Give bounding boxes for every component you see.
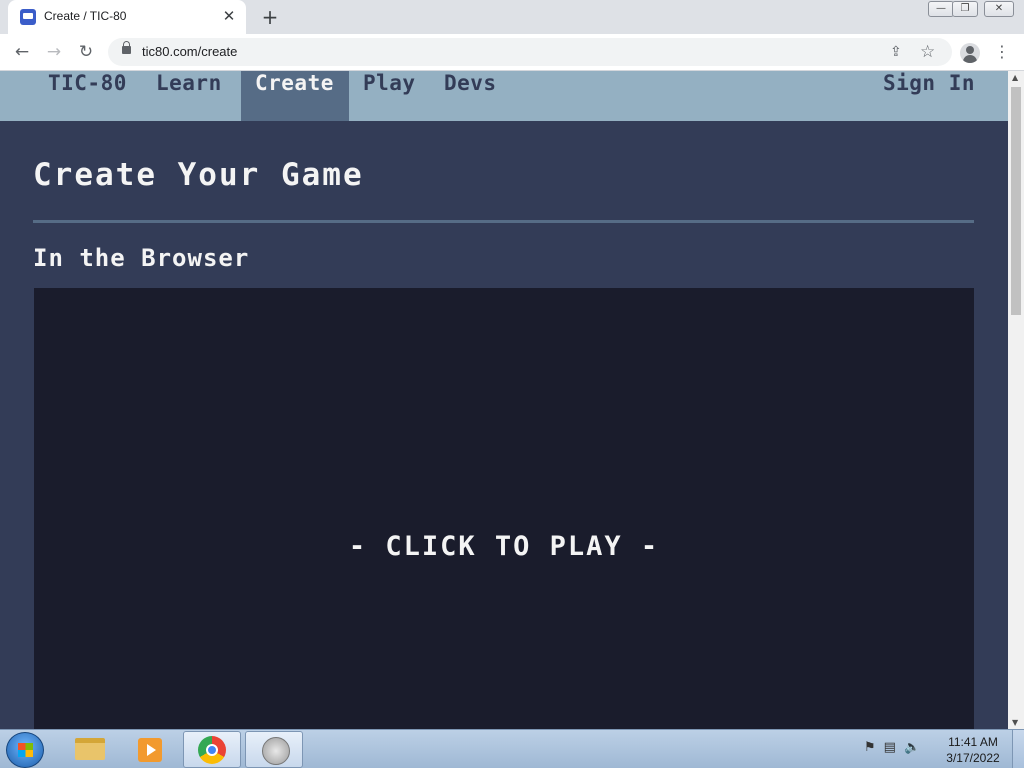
browser-tabstrip: Create / TIC-80 ✕ + — ❐ ✕ — [0, 0, 1024, 34]
network-icon[interactable]: ▤ — [884, 740, 896, 755]
browser-toolbar: ← → ↻ tic80.com/create ⇪ ☆ ⋮ — [0, 34, 1024, 71]
nav-devs-link[interactable]: Devs — [444, 71, 497, 121]
new-tab-button[interactable]: + — [258, 5, 282, 29]
flag-icon[interactable]: ⚑ — [864, 740, 876, 755]
taskbar-chrome[interactable] — [183, 731, 241, 768]
nav-learn-link[interactable]: Learn — [156, 71, 222, 121]
page-content: TIC-80 Learn Create Play Devs Sign In Cr… — [0, 71, 1008, 729]
click-to-play-prompt[interactable]: - CLICK TO PLAY - — [34, 531, 974, 562]
chrome-icon — [198, 736, 226, 764]
profile-avatar-icon[interactable] — [960, 43, 980, 63]
clock-time: 11:41 AM — [948, 735, 998, 749]
taskbar-explorer[interactable] — [60, 731, 118, 768]
tic80-favicon-icon — [20, 9, 36, 25]
nav-create-link[interactable]: Create — [241, 71, 349, 121]
section-divider — [33, 220, 974, 223]
forward-button[interactable]: → — [42, 40, 66, 64]
nav-logo-link[interactable]: TIC-80 — [48, 71, 127, 121]
section-title: In the Browser — [33, 244, 250, 272]
clock-date: 3/17/2022 — [946, 751, 1000, 765]
url-text[interactable]: tic80.com/create — [142, 44, 237, 59]
reload-button[interactable]: ↻ — [74, 40, 98, 64]
scrollbar-thumb[interactable] — [1011, 87, 1021, 315]
share-icon[interactable]: ⇪ — [890, 44, 902, 60]
close-window-button[interactable]: ✕ — [984, 1, 1014, 17]
site-navbar: TIC-80 Learn Create Play Devs Sign In — [0, 71, 1008, 121]
maximize-button[interactable]: ❐ — [952, 1, 978, 17]
scroll-down-arrow-icon[interactable]: ▼ — [1012, 718, 1018, 727]
volume-icon[interactable]: 🔈 — [904, 740, 920, 755]
nav-sign-in-link[interactable]: Sign In — [883, 71, 975, 121]
bookmark-star-icon[interactable]: ☆ — [920, 42, 935, 62]
taskbar-clock[interactable]: 11:41 AM 3/17/2022 — [940, 734, 1006, 766]
scroll-up-arrow-icon[interactable]: ▲ — [1012, 73, 1018, 82]
address-bar[interactable]: tic80.com/create ⇪ ☆ — [108, 38, 952, 66]
folder-icon — [75, 738, 105, 760]
tab-title: Create / TIC-80 — [44, 9, 127, 23]
page-scrollbar[interactable]: ▲ ▼ — [1008, 71, 1024, 729]
taskbar-media-player[interactable] — [120, 731, 178, 768]
start-button[interactable] — [6, 732, 44, 768]
page-title: Create Your Game — [33, 157, 364, 193]
minimize-button[interactable]: — — [928, 1, 954, 17]
speaker-icon — [262, 737, 290, 765]
browser-tab[interactable]: Create / TIC-80 ✕ — [8, 0, 246, 34]
back-button[interactable]: ← — [10, 40, 34, 64]
system-tray: ⚑ ▤ 🔈 — [864, 740, 928, 755]
browser-menu-icon[interactable]: ⋮ — [994, 42, 1010, 61]
windows-taskbar: ⚑ ▤ 🔈 11:41 AM 3/17/2022 — [0, 729, 1024, 768]
lock-icon[interactable] — [122, 41, 131, 54]
show-desktop-button[interactable] — [1012, 730, 1024, 768]
nav-play-link[interactable]: Play — [363, 71, 416, 121]
tab-close-icon[interactable]: ✕ — [220, 7, 238, 25]
media-player-icon — [138, 738, 162, 762]
taskbar-sound[interactable] — [245, 731, 303, 768]
game-player-canvas[interactable]: - CLICK TO PLAY - — [34, 288, 974, 729]
